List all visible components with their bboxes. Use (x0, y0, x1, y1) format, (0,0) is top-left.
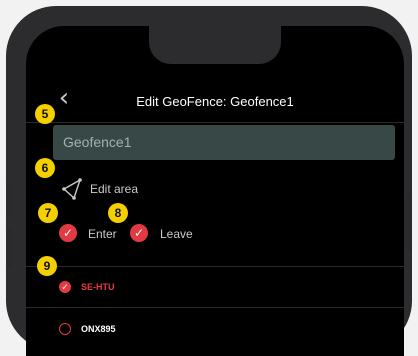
callout-badge-7: 7 (38, 203, 58, 223)
phone-frame: Edit GeoFence: Geofence1 ‹ Geofence1 Edi… (6, 6, 412, 356)
leave-label: Leave (160, 227, 193, 241)
vehicle-selected-icon: ✓ (59, 281, 71, 293)
callout-badge-5: 5 (35, 104, 55, 124)
phone-screen: Edit GeoFence: Geofence1 ‹ Geofence1 Edi… (26, 26, 404, 356)
leave-checkbox[interactable]: ✓ (130, 224, 148, 242)
enter-label: Enter (88, 227, 117, 241)
callout-badge-8: 8 (108, 203, 128, 223)
notch (149, 26, 281, 64)
header-divider (26, 122, 404, 123)
vehicle-item-onx895[interactable]: ONX895 (26, 308, 404, 348)
callout-badge-9: 9 (37, 256, 57, 276)
vehicle-label: ONX895 (81, 324, 116, 334)
polygon-icon (62, 178, 82, 200)
navigation-bar: Edit GeoFence: Geofence1 ‹ (26, 82, 404, 122)
power-button (406, 192, 412, 252)
vehicle-item-se-htu[interactable]: ✓ SE-HTU (26, 267, 404, 307)
edit-area-button[interactable]: Edit area (54, 176, 304, 202)
vehicle-unselected-icon (59, 323, 71, 335)
geofence-name-field[interactable]: Geofence1 (53, 125, 395, 160)
volume-up-button (6, 182, 12, 216)
vehicle-label: SE-HTU (81, 282, 115, 292)
edit-area-label: Edit area (90, 182, 139, 196)
volume-down-button (6, 228, 12, 268)
enter-checkbox[interactable]: ✓ (59, 224, 77, 242)
chevron-left-icon[interactable]: ‹ (52, 84, 76, 112)
callout-badge-6: 6 (35, 158, 55, 178)
page-title: Edit GeoFence: Geofence1 (136, 94, 294, 109)
